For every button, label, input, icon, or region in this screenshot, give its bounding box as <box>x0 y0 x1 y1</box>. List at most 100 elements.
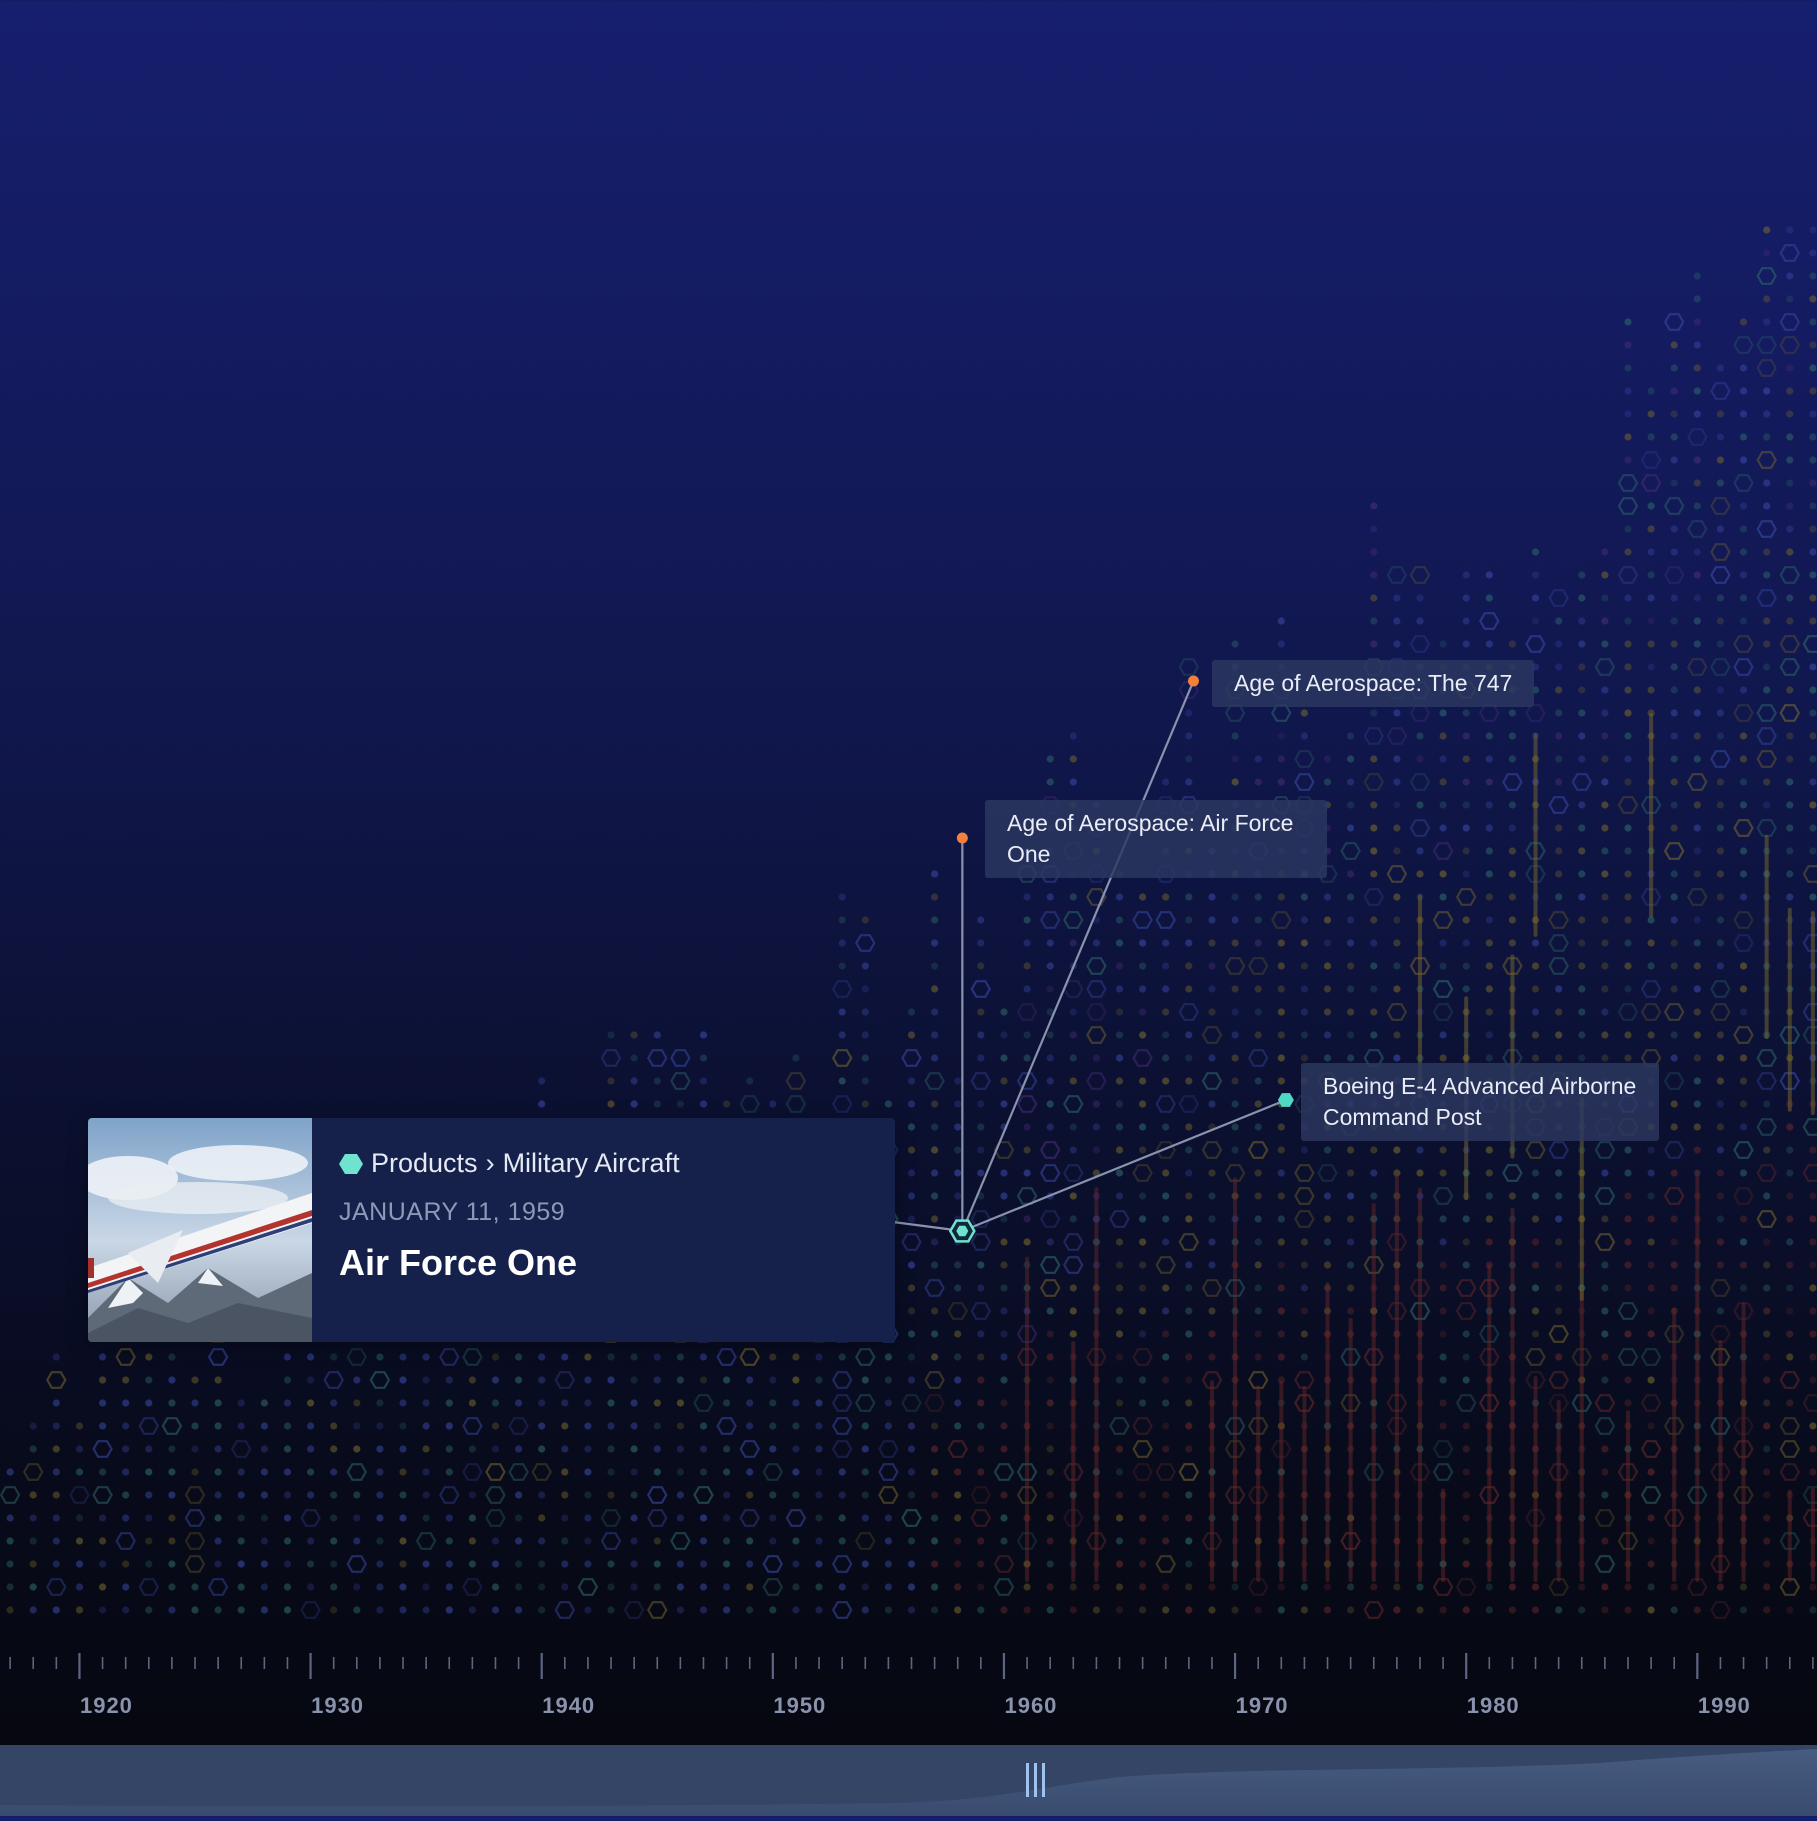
event-dot <box>676 1353 685 1361</box>
event-dot <box>1185 1399 1193 1407</box>
event-dot <box>607 1353 615 1361</box>
event-dot <box>630 1054 638 1062</box>
event-label-air-force-one[interactable]: Age of Aerospace: Air Force One <box>985 800 1327 878</box>
event-dot <box>1455 1279 1477 1297</box>
event-dot <box>376 1491 384 1499</box>
breadcrumb-category[interactable]: Products <box>371 1148 478 1179</box>
event-dot <box>230 1440 252 1458</box>
event-dot <box>1733 336 1754 354</box>
event-dot <box>1786 1261 1794 1269</box>
event-dot <box>1439 1169 1447 1177</box>
event-dot <box>1710 1325 1731 1343</box>
event-dot <box>1809 1376 1817 1384</box>
event-dot <box>1185 1031 1193 1039</box>
event-dot <box>676 1100 685 1108</box>
event-dot <box>1786 226 1794 234</box>
event-dot <box>1063 911 1084 929</box>
event-dot <box>1601 824 1609 832</box>
event-dot <box>1393 916 1401 924</box>
event-dot <box>1439 1054 1447 1062</box>
event-dot <box>1185 1330 1193 1338</box>
event-dot <box>1201 1072 1223 1090</box>
breadcrumb-subcategory[interactable]: Military Aircraft <box>503 1148 680 1179</box>
event-dot <box>1502 773 1523 791</box>
event-dot <box>1323 1238 1332 1246</box>
event-dot <box>630 1422 638 1430</box>
event-dot <box>1115 916 1124 924</box>
event-label-747[interactable]: Age of Aerospace: The 747 <box>1212 660 1535 707</box>
event-dot <box>769 1445 777 1453</box>
event-dot <box>931 1123 939 1131</box>
event-dot <box>1254 1169 1262 1177</box>
event-dot <box>977 1422 985 1430</box>
event-dot <box>1555 1284 1563 1292</box>
event-dot <box>838 1491 846 1499</box>
event-dot <box>1277 1330 1285 1338</box>
event-dot <box>1231 1123 1239 1131</box>
event-dot <box>168 1537 176 1545</box>
event-dot <box>884 1514 893 1522</box>
event-label-e4[interactable]: Boeing E-4 Advanced Airborne Command Pos… <box>1301 1063 1659 1141</box>
event-dot <box>237 1537 245 1545</box>
event-dot <box>1624 870 1632 878</box>
event-dot <box>1132 1164 1153 1182</box>
event-dot <box>630 1583 638 1591</box>
event-dot <box>1277 1169 1285 1177</box>
event-dot <box>676 1399 685 1407</box>
event-dot <box>1647 1238 1655 1246</box>
event-dot <box>1178 1095 1200 1113</box>
timeline-scrubber[interactable] <box>0 1745 1817 1816</box>
event-dots[interactable] <box>0 226 1817 1619</box>
event-dot <box>676 1491 685 1499</box>
event-dot <box>1693 502 1701 510</box>
event-dot <box>1300 1284 1308 1292</box>
event-dot <box>1647 1537 1655 1545</box>
event-dot <box>214 1537 222 1545</box>
event-dot <box>1139 1537 1147 1545</box>
event-dot <box>445 1537 453 1545</box>
event-dot <box>1809 778 1817 786</box>
event-dot <box>1185 939 1193 947</box>
event-dot <box>1640 1440 1662 1458</box>
event-dot <box>1763 318 1771 326</box>
event-dot <box>907 1330 916 1338</box>
event-dot <box>1716 732 1724 740</box>
event-dot <box>1693 686 1701 694</box>
event-dot <box>1739 1606 1748 1614</box>
event-dot <box>1046 1100 1054 1108</box>
event-dot <box>1578 594 1586 602</box>
event-dot <box>1624 1376 1632 1384</box>
event-dot <box>1786 456 1794 464</box>
event-dot <box>630 1445 638 1453</box>
event-dot <box>584 1468 592 1476</box>
event-dot <box>1716 893 1724 901</box>
event-dot <box>1046 1491 1054 1499</box>
timeline-chart[interactable]: 1920 1930 1940 1950 1960 1970 1980 1990 <box>0 0 1817 1816</box>
event-detail-card[interactable]: Products › Military Aircraft JANUARY 11,… <box>88 1118 895 1342</box>
event-dot <box>1185 1192 1193 1200</box>
event-dot <box>445 1422 453 1430</box>
event-dot <box>1763 410 1771 418</box>
event-dot <box>584 1353 592 1361</box>
event-dot <box>1687 888 1708 906</box>
scrubber-handle[interactable] <box>1026 1763 1045 1797</box>
event-dot <box>1763 663 1771 671</box>
event-dot <box>1139 893 1147 901</box>
event-dot <box>1347 1307 1355 1315</box>
event-dot <box>1739 985 1748 993</box>
event-dot <box>1254 893 1262 901</box>
event-dot <box>1809 479 1817 487</box>
event-dot <box>1716 1215 1724 1223</box>
event-dot <box>1224 704 1246 722</box>
event-dot <box>1000 1537 1008 1545</box>
event-title[interactable]: Air Force One <box>339 1242 577 1284</box>
event-dot <box>29 1491 37 1499</box>
event-dot <box>1462 709 1470 717</box>
event-dot <box>1716 1100 1724 1108</box>
event-dot <box>1323 1215 1332 1223</box>
event-dot <box>1393 847 1401 855</box>
event-dot <box>1416 617 1424 625</box>
event-dot <box>1485 916 1493 924</box>
event-dot <box>1208 1008 1216 1016</box>
event-dot <box>977 962 985 970</box>
